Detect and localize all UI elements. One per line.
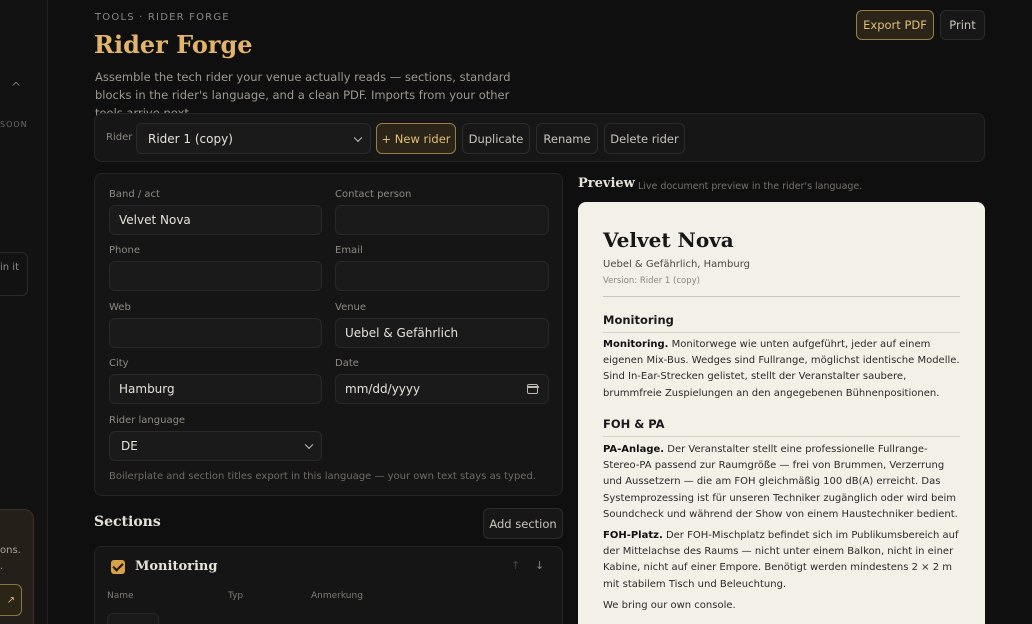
city-input[interactable]: Hamburg [109, 374, 322, 404]
preview-subtitle: Live document preview in the rider's lan… [638, 181, 863, 192]
preview-paragraph: PA-Anlage. Der Veranstalter stellt eine … [603, 442, 963, 523]
paragraph-lead: Monitoring. [603, 339, 669, 350]
paragraph-text: Der Veranstalter stellt eine professione… [603, 444, 958, 520]
breadcrumb: TOOLS · RIDER FORGE [95, 12, 230, 23]
preview-version: Version: Rider 1 (copy) [603, 276, 700, 286]
section-name: Monitoring [135, 559, 218, 574]
email-input[interactable] [335, 261, 549, 291]
rider-toolbar: Rider Rider 1 (copy) + New rider Duplica… [94, 113, 985, 162]
external-link-button[interactable]: ↗ [0, 584, 22, 616]
move-up-icon[interactable]: ↑ [511, 559, 520, 572]
preview-paragraph: FOH-Platz. Der FOH-Mischplatz befindet s… [603, 528, 963, 593]
add-section-button[interactable]: Add section [483, 508, 563, 539]
date-placeholder: mm/dd/yyyy [345, 382, 421, 396]
duplicate-button[interactable]: Duplicate [462, 123, 530, 154]
sections-heading: Sections [94, 514, 161, 530]
page-title: Rider Forge [94, 30, 253, 59]
chevron-down-icon [304, 440, 314, 450]
delete-rider-button[interactable]: Delete rider [604, 123, 685, 154]
preview-section-heading: FOH & PA [603, 417, 665, 431]
print-button[interactable]: Print [940, 10, 985, 40]
language-hint: Boilerplate and section titles export in… [109, 471, 536, 482]
phone-label: Phone [109, 245, 140, 256]
preview-paragraph: We bring our own console. [603, 600, 736, 611]
divider [603, 332, 960, 333]
preview-location: Uebel & Gefährlich, Hamburg [603, 259, 751, 270]
preview-paragraph: Monitoring. Monitorwege wie unten aufgef… [603, 337, 963, 402]
column-type: Typ [228, 591, 244, 601]
sidebar-join-box[interactable] [0, 252, 28, 296]
sidebar-join-label: in it [0, 262, 19, 273]
paragraph-lead: PA-Anlage. [603, 444, 665, 455]
rider-select[interactable]: Rider 1 (copy) [136, 123, 371, 154]
sidebar-promo-text-2: . [0, 561, 4, 572]
preview-heading: Preview [578, 176, 635, 191]
rename-button[interactable]: Rename [536, 123, 598, 154]
divider [603, 296, 960, 297]
date-input[interactable]: mm/dd/yyyy [335, 374, 549, 404]
web-label: Web [109, 302, 131, 313]
rider-label: Rider [106, 132, 133, 143]
rider-select-value: Rider 1 (copy) [148, 131, 233, 146]
column-note: Anmerkung [311, 591, 363, 601]
phone-input[interactable] [109, 261, 322, 291]
chevron-down-icon [353, 133, 363, 142]
contact-input[interactable] [335, 205, 549, 235]
sidebar-promo-text: ons. [0, 545, 21, 556]
language-label: Rider language [109, 415, 186, 426]
preview-section-heading: Monitoring [603, 313, 674, 327]
venue-input[interactable]: Uebel & Gefährlich [335, 318, 549, 348]
language-select-value: DE [121, 439, 138, 453]
date-label: Date [335, 358, 359, 369]
new-rider-button[interactable]: + New rider [376, 123, 456, 154]
calendar-icon[interactable] [526, 384, 539, 394]
sidebar-soon-label: SOON [0, 120, 28, 129]
section-card-monitoring: Monitoring ↑ ↓ Name Typ Anmerkung [94, 546, 563, 624]
rider-details-form: Band / act Velvet Nova Contact person Ph… [94, 173, 563, 496]
contact-label: Contact person [335, 189, 412, 200]
row-name-input[interactable] [107, 613, 159, 624]
preview-document: Velvet Nova Uebel & Gefährlich, Hamburg … [578, 202, 985, 624]
sidebar: ^ SOON in it ons. . ↗ [0, 0, 48, 624]
move-down-icon[interactable]: ↓ [535, 559, 544, 572]
band-input[interactable]: Velvet Nova [109, 205, 322, 235]
band-label: Band / act [109, 189, 160, 200]
language-select[interactable]: DE [109, 431, 322, 461]
chevron-up-icon[interactable]: ^ [11, 80, 21, 94]
paragraph-lead: FOH-Platz. [603, 530, 663, 541]
arrow-up-right-icon: ↗ [6, 594, 16, 606]
column-name: Name [107, 591, 134, 601]
preview-band-name: Velvet Nova [603, 228, 734, 252]
email-label: Email [335, 245, 363, 256]
venue-label: Venue [335, 302, 367, 313]
export-pdf-button[interactable]: Export PDF [856, 10, 934, 40]
web-input[interactable] [109, 318, 322, 348]
city-label: City [109, 358, 129, 369]
section-enabled-checkbox[interactable] [111, 560, 125, 574]
divider [603, 436, 960, 437]
